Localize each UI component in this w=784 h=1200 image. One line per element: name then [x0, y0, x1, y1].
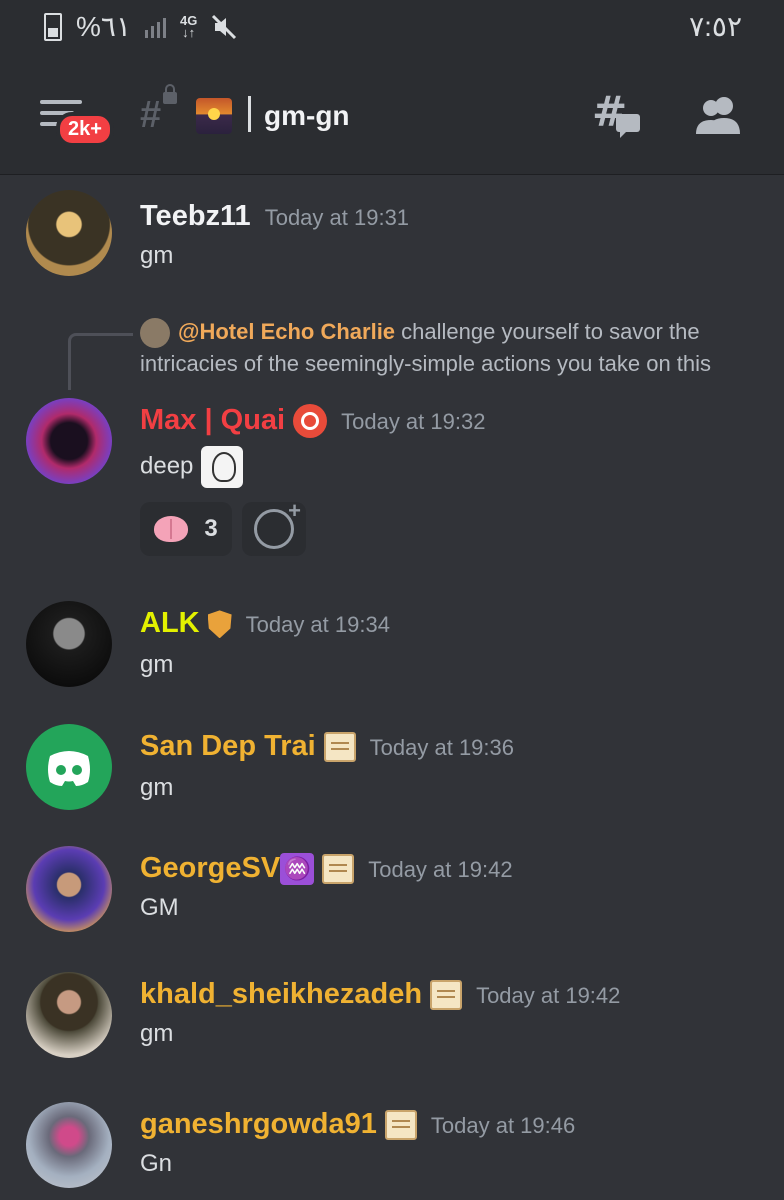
- author-name[interactable]: ALK Today at 19:34: [140, 607, 390, 640]
- unread-badge: 2k+: [56, 112, 114, 147]
- battery-percent: %٦١: [76, 11, 131, 42]
- discord-logo-icon: [48, 751, 90, 786]
- header-divider: [248, 96, 251, 132]
- message-text: deep: [140, 446, 244, 488]
- clock: ٧:٥٢: [689, 11, 742, 42]
- author-label[interactable]: ganeshrgowda91: [140, 1108, 377, 1140]
- timestamp: Today at 19:42: [368, 857, 513, 882]
- quai-badge-icon: [293, 404, 328, 439]
- message-text-content: deep: [140, 452, 194, 480]
- avatar[interactable]: [26, 972, 112, 1058]
- avatar[interactable]: [26, 398, 112, 484]
- avatar[interactable]: [26, 846, 112, 932]
- reply-avatar: [140, 318, 170, 349]
- author-name[interactable]: San Dep Trai Today at 19:36: [140, 730, 514, 763]
- scroll-icon: [322, 854, 355, 885]
- status-bar: %٦١ 4G ↓↑ ٧:٥٢: [0, 0, 784, 52]
- timestamp: Today at 19:34: [245, 612, 390, 637]
- data-arrows-icon: ↓↑: [182, 24, 196, 40]
- message-text: GM: [140, 894, 179, 921]
- author-label[interactable]: GeorgeSV: [140, 852, 280, 884]
- author-label[interactable]: ALK: [140, 607, 200, 639]
- author-label[interactable]: Max | Quai: [140, 404, 285, 436]
- sunset-emoji-icon: [196, 98, 232, 134]
- signal-icon: [144, 16, 166, 38]
- timestamp: Today at 19:36: [369, 735, 515, 760]
- threads-icon[interactable]: #: [592, 92, 642, 140]
- reply-connector: [68, 333, 133, 390]
- channel-header: 2k+ # gm-gn #: [0, 52, 784, 175]
- message-text: gm: [140, 242, 174, 269]
- shield-icon: [207, 610, 232, 639]
- timestamp: Today at 19:42: [476, 983, 621, 1008]
- message-text: gm: [140, 774, 174, 801]
- add-reaction-button[interactable]: [242, 498, 306, 556]
- author-name[interactable]: Max | Quai Today at 19:32: [140, 404, 486, 439]
- message-text: Gn: [140, 1150, 173, 1177]
- scroll-icon: [430, 980, 463, 1011]
- timestamp: Today at 19:32: [341, 409, 486, 434]
- members-icon[interactable]: [694, 94, 742, 138]
- avatar[interactable]: [26, 601, 112, 687]
- avatar[interactable]: [26, 190, 112, 276]
- timestamp: Today at 19:46: [430, 1113, 576, 1138]
- author-label[interactable]: Teebz11: [140, 200, 251, 232]
- reply-preview[interactable]: @Hotel Echo Charlie challenge yourself t…: [140, 316, 770, 380]
- message-text: gm: [140, 651, 174, 678]
- locked-channel-icon: #: [140, 94, 162, 136]
- author-name[interactable]: ganeshrgowda91 Today at 19:46: [140, 1108, 575, 1141]
- author-label[interactable]: San Dep Trai: [140, 730, 316, 762]
- message-text: gm: [140, 1020, 174, 1047]
- reaction-count: 3: [204, 515, 218, 542]
- scroll-icon: [323, 732, 356, 763]
- reaction-brain[interactable]: 3: [140, 502, 232, 556]
- status-icons: %٦١ 4G ↓↑: [44, 10, 237, 43]
- author-name[interactable]: khald_sheikhezadeh Today at 19:42: [140, 978, 620, 1011]
- avatar[interactable]: [26, 724, 112, 810]
- author-name[interactable]: GeorgeSV ♒ Today at 19:42: [140, 852, 513, 886]
- channel-name[interactable]: gm-gn: [264, 100, 350, 132]
- reply-mention[interactable]: @Hotel Echo Charlie: [178, 319, 395, 344]
- wojak-emoji-icon: [201, 446, 244, 488]
- author-name[interactable]: Teebz11 Today at 19:31: [140, 200, 409, 233]
- mute-icon: [212, 14, 237, 39]
- battery-icon: [44, 12, 62, 41]
- lock-icon: [163, 84, 177, 104]
- brain-emoji-icon: [154, 516, 189, 542]
- avatar[interactable]: [26, 1102, 112, 1188]
- aquarius-icon: ♒: [280, 853, 315, 886]
- add-reaction-icon: [254, 498, 301, 549]
- author-label[interactable]: khald_sheikhezadeh: [140, 978, 422, 1010]
- timestamp: Today at 19:31: [264, 205, 410, 230]
- scroll-icon: [384, 1110, 417, 1141]
- network-indicator: 4G ↓↑: [180, 14, 197, 40]
